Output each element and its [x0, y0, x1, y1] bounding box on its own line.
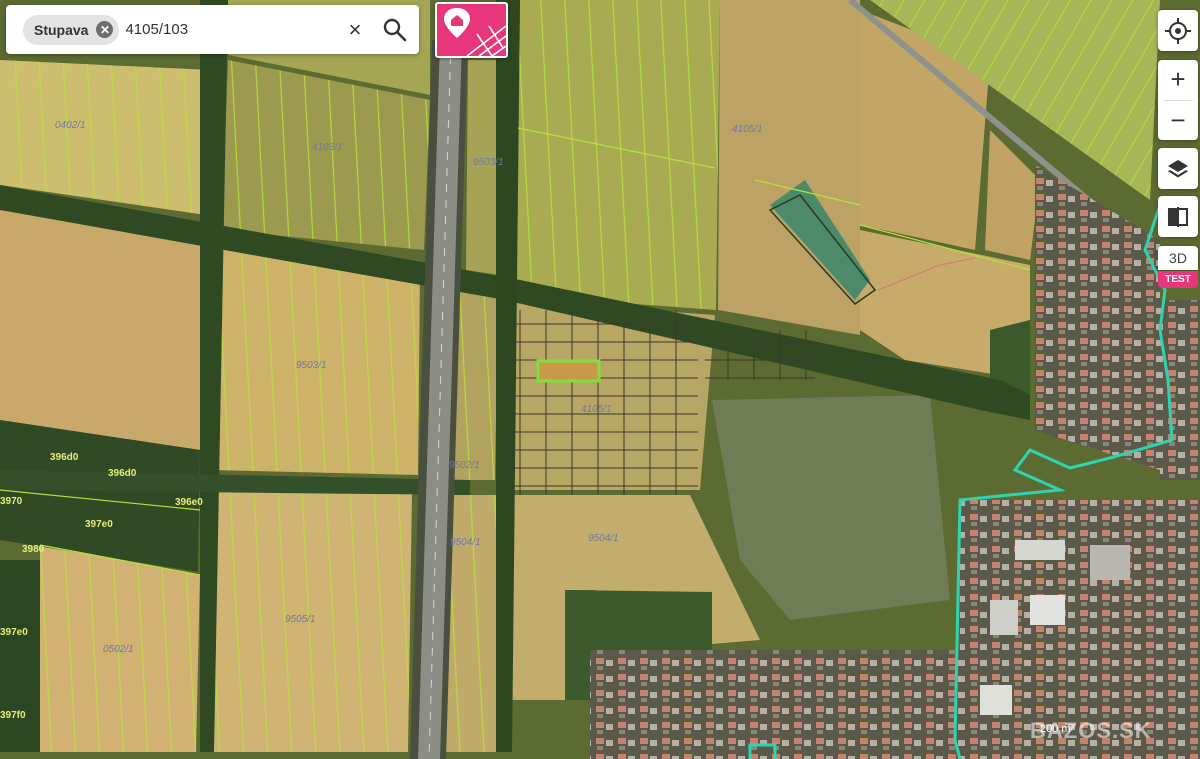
cadastre-pin-icon [444, 8, 507, 57]
crosshair-icon [1165, 17, 1191, 44]
parcel-label: 9504/1 [588, 533, 619, 544]
parcel-label: 0502/1 [103, 644, 134, 655]
locate-button[interactable] [1158, 10, 1198, 51]
parcel-label: 4105/1 [732, 124, 763, 135]
parcel-label: 0402/1 [55, 120, 86, 131]
parcel-label: 9503/1 [296, 360, 327, 371]
compare-icon [1168, 206, 1188, 227]
forest-parcel-label: 397e0 [0, 627, 28, 638]
parcel-label: 9503/1 [473, 157, 504, 168]
forest-parcel-label: 396d0 [50, 452, 79, 463]
search-box[interactable]: Stupava ✕ 4105/103 × [6, 5, 419, 54]
forest-parcel-label: 3970 [0, 496, 23, 507]
cadastral-map[interactable]: 0402/1 4103/1 9503/1 4105/1 9504/1 0502/1 9502… [0, 0, 1200, 759]
zoom-in-button[interactable]: + [1158, 60, 1198, 100]
forest-parcel-label: 3980 [22, 544, 45, 555]
parcel-label: 4103/1 [312, 142, 343, 153]
zoom-control: + − [1158, 60, 1198, 140]
parcel-label: 9504/1 [450, 537, 481, 548]
layers-icon [1168, 159, 1188, 177]
forest-parcel-label: 396d0 [108, 468, 137, 479]
forest-parcel-label: 397e0 [85, 519, 113, 530]
parcel-label: 4105/1 [581, 404, 612, 415]
zoom-out-button[interactable]: − [1158, 100, 1198, 140]
chip-remove-icon[interactable]: ✕ [96, 21, 114, 38]
parcel-label: 9505/1 [285, 614, 316, 625]
parcel-label: 9502/1 [449, 460, 480, 471]
forest-parcel-label: 397f0 [0, 710, 26, 721]
cadastre-layer-button[interactable] [435, 2, 508, 58]
scale-bar: 200 m [1040, 723, 1071, 735]
search-icon[interactable] [382, 17, 408, 43]
layers-button[interactable] [1158, 148, 1198, 189]
clear-icon[interactable]: × [344, 17, 366, 42]
view-3d-button[interactable]: 3D [1158, 246, 1198, 270]
test-badge: TEST [1158, 271, 1198, 288]
location-chip-label: Stupava [34, 21, 89, 38]
search-input[interactable]: 4105/103 [125, 21, 419, 38]
forest-parcel-label: 396e0 [175, 497, 203, 508]
highlighted-parcel[interactable] [536, 359, 601, 383]
location-chip[interactable]: Stupava ✕ [23, 14, 120, 45]
compare-button[interactable] [1158, 196, 1198, 237]
